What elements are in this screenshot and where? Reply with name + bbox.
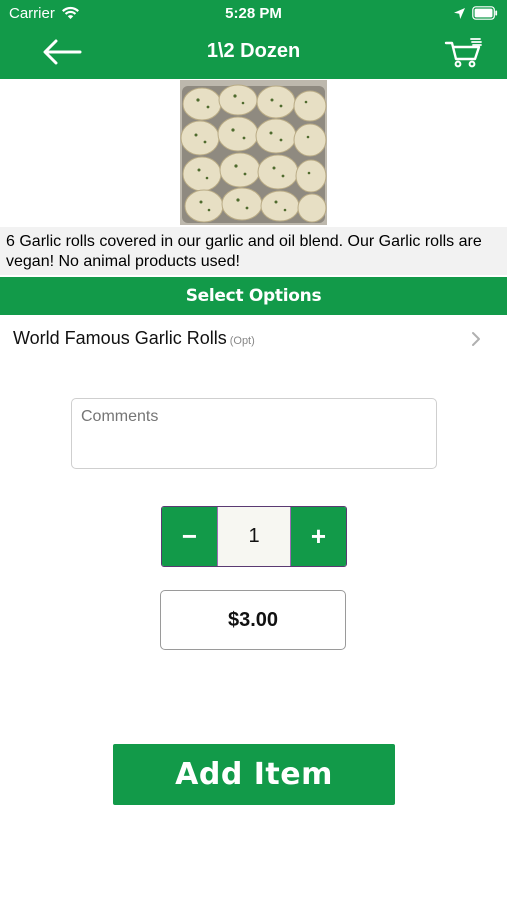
- shopping-cart-icon: [444, 38, 482, 68]
- cart-button[interactable]: [440, 34, 488, 72]
- comments-input[interactable]: [71, 398, 437, 469]
- status-time: 5:28 PM: [225, 5, 282, 22]
- garlic-rolls-image: [180, 80, 327, 225]
- increment-button[interactable]: +: [291, 507, 346, 566]
- status-bar: Carrier 5:28 PM: [0, 0, 507, 28]
- select-options-header: Select Options: [0, 277, 507, 315]
- price-display: $3.00: [160, 590, 346, 650]
- product-description: 6 Garlic rolls covered in our garlic and…: [0, 227, 507, 275]
- optional-tag: (Opt): [229, 335, 255, 347]
- battery-icon: [472, 6, 498, 20]
- page-title: 1\2 Dozen: [206, 40, 301, 62]
- quantity-stepper: − 1 +: [161, 506, 347, 567]
- quantity-value: 1: [217, 507, 291, 566]
- arrow-left-icon: [43, 39, 82, 65]
- back-button[interactable]: [36, 33, 88, 71]
- header-bar: Carrier 5:28 PM 1\2 Dozen: [0, 0, 507, 79]
- option-row-garlic-rolls[interactable]: World Famous Garlic Rolls (Opt): [0, 316, 507, 362]
- location-arrow-icon: [454, 8, 465, 19]
- chevron-right-icon: [472, 332, 480, 346]
- decrement-button[interactable]: −: [162, 507, 217, 566]
- option-label: World Famous Garlic Rolls (Opt): [13, 328, 255, 348]
- product-photo: [180, 80, 327, 225]
- add-item-button[interactable]: Add Item: [113, 744, 395, 805]
